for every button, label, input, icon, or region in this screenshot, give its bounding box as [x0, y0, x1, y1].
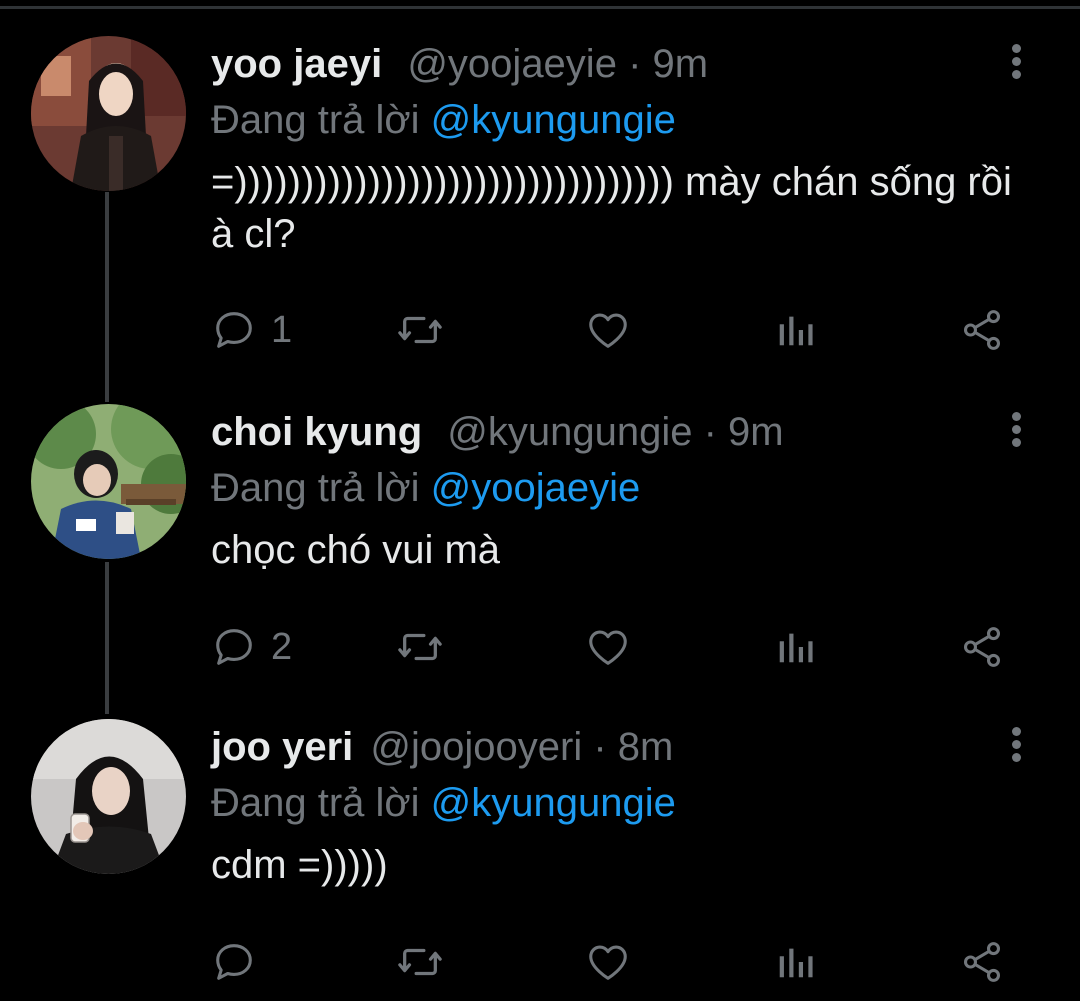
like-icon: [589, 945, 627, 980]
retweet-button[interactable]: [395, 937, 445, 987]
tweet-header: joo yeri @joojooyeri · 8m: [211, 719, 1040, 775]
avatar[interactable]: [31, 719, 186, 874]
display-name[interactable]: joo yeri: [211, 725, 353, 769]
tweet[interactable]: joo yeri @joojooyeri · 8m Đang trả lời @…: [0, 0, 1080, 1001]
analytics-button[interactable]: [774, 937, 816, 987]
tweet-text: cdm =))))): [211, 843, 388, 887]
like-button[interactable]: [584, 937, 632, 987]
tweet-actions: [211, 937, 1011, 987]
analytics-icon: [779, 948, 813, 978]
separator-dot: ·: [593, 725, 618, 769]
retweet-icon: [398, 948, 442, 976]
share-icon: [963, 942, 1001, 982]
replying-to-mention[interactable]: @kyungungie: [431, 781, 676, 825]
replying-to: Đang trả lời @kyungungie: [211, 775, 1040, 831]
reply-button[interactable]: [211, 937, 257, 987]
share-button[interactable]: [959, 937, 1005, 987]
reply-icon: [216, 944, 252, 980]
more-options-icon[interactable]: [1004, 727, 1028, 767]
user-handle[interactable]: @joojooyeri: [370, 725, 582, 769]
replying-to-label: Đang trả lời: [211, 781, 420, 825]
avatar-photo: [31, 719, 186, 874]
timestamp[interactable]: 8m: [618, 725, 674, 769]
